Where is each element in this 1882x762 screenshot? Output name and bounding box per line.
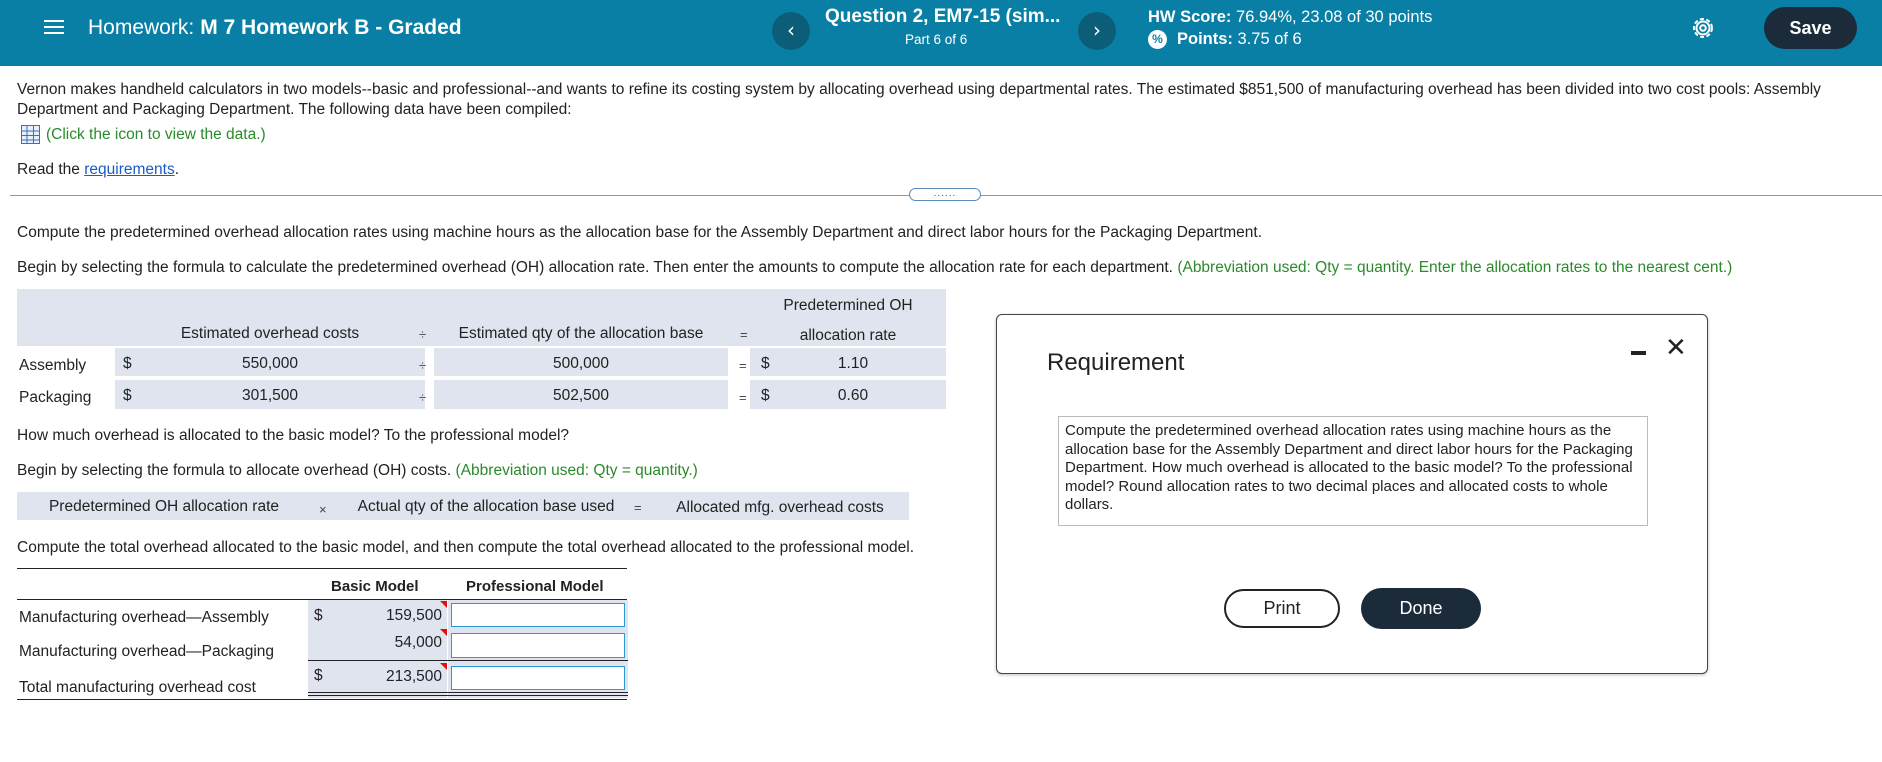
top-bar: Homework: M 7 Homework B - Graded ‹ Quest…	[0, 0, 1882, 66]
row-total-dollar: $	[314, 667, 323, 684]
data-table-icon	[21, 125, 40, 144]
incorrect-marker	[440, 601, 447, 608]
row-packaging-basic[interactable]: 54,000	[330, 634, 442, 652]
points-value: 3.75 of 6	[1237, 30, 1302, 48]
hw-score-label: HW Score:	[1148, 8, 1232, 26]
dialog-title: Requirement	[1047, 349, 1185, 376]
homework-title: Homework: M 7 Homework B - Graded	[88, 16, 462, 40]
table-top-rule	[17, 568, 627, 569]
homework-prefix: Homework:	[88, 16, 195, 39]
row-total-professional-input[interactable]	[451, 666, 625, 690]
requirement-dialog: Requirement ✕ Compute the predetermined …	[996, 314, 1708, 674]
assembly-label: Assembly	[19, 357, 87, 374]
packaging-divide: ÷	[419, 390, 427, 405]
read-suffix: .	[174, 161, 180, 178]
hw-score: HW Score: 76.94%, 23.08 of 30 points	[1148, 8, 1432, 27]
view-data-link[interactable]: (Click the icon to view the data.)	[21, 125, 266, 144]
incorrect-marker	[440, 629, 447, 636]
settings-gear-icon[interactable]	[1689, 14, 1717, 42]
formula-term-rate[interactable]: Predetermined OH allocation rate	[17, 498, 311, 516]
packaging-rate: 0.60	[837, 387, 869, 404]
total-double-rule-1	[308, 692, 628, 693]
instruction-formula-text: Begin by selecting the formula to calcul…	[17, 259, 1173, 276]
question-part: Part 6 of 6	[905, 32, 968, 47]
hw-score-value: 76.94%, 23.08 of 30 points	[1236, 8, 1433, 26]
menu-icon[interactable]	[44, 16, 64, 38]
done-button[interactable]: Done	[1361, 588, 1481, 629]
problem-intro: Vernon makes handheld calculators in two…	[17, 81, 1821, 118]
qty-header: Estimated qty of the allocation base	[458, 325, 704, 342]
row-assembly-dollar: $	[314, 607, 323, 624]
instruction-formula: Begin by selecting the formula to calcul…	[17, 259, 1732, 277]
save-button[interactable]: Save	[1764, 7, 1857, 49]
read-requirements: Read the requirements.	[17, 161, 179, 179]
allocation-question: How much overhead is allocated to the ba…	[17, 427, 570, 444]
allocation-instruction-text: Begin by selecting the formula to alloca…	[17, 462, 452, 479]
row-total-basic[interactable]: 213,500	[330, 668, 442, 686]
packaging-label: Packaging	[19, 389, 92, 406]
print-button[interactable]: Print	[1224, 589, 1340, 628]
instruction-rates: Compute the predetermined overhead alloc…	[17, 224, 1263, 241]
points: % Points: 3.75 of 6	[1148, 30, 1302, 49]
row-assembly-basic[interactable]: 159,500	[330, 607, 442, 625]
packaging-cost: 301,500	[241, 387, 299, 404]
table-bottom-rule	[17, 699, 627, 700]
subtotal-rule	[308, 660, 628, 661]
next-question-button[interactable]: ›	[1078, 12, 1116, 50]
row-assembly-professional-input[interactable]	[451, 603, 625, 627]
read-prefix: Read the	[17, 161, 80, 178]
minimize-icon[interactable]	[1631, 343, 1647, 359]
formula-term-qty[interactable]: Actual qty of the allocation base used	[336, 498, 636, 516]
previous-question-button[interactable]: ‹	[772, 12, 810, 50]
view-data-text: (Click the icon to view the data.)	[46, 125, 266, 143]
equals-operator: =	[740, 327, 748, 342]
row-packaging-label: Manufacturing overhead—Packaging	[19, 643, 275, 660]
instruction-formula-note: (Abbreviation used: Qty = quantity. Ente…	[1177, 259, 1733, 276]
professional-model-header: Professional Model	[466, 578, 604, 595]
partial-credit-icon: %	[1148, 30, 1167, 49]
assembly-rate: 1.10	[837, 355, 869, 372]
assembly-divide: ÷	[419, 358, 427, 373]
question-title: Question 2, EM7-15 (sim...	[825, 6, 1061, 27]
divider-handle[interactable]: ......	[909, 188, 981, 201]
packaging-equals: =	[739, 390, 747, 405]
row-packaging-professional-input[interactable]	[451, 633, 625, 658]
row-assembly-label: Manufacturing overhead—Assembly	[19, 609, 269, 626]
assembly-equals: =	[739, 358, 747, 373]
points-label: Points:	[1177, 30, 1233, 48]
divide-operator: ÷	[419, 327, 427, 342]
close-icon[interactable]: ✕	[1665, 333, 1687, 363]
allocation-instruction: Begin by selecting the formula to alloca…	[17, 462, 698, 480]
formula-equals: =	[634, 500, 642, 515]
packaging-qty: 502,500	[552, 387, 610, 404]
cost-header: Estimated overhead costs	[180, 325, 360, 342]
allocation-instruction-note: (Abbreviation used: Qty = quantity.)	[455, 462, 698, 479]
assembly-qty: 500,000	[552, 355, 610, 372]
formula-result[interactable]: Allocated mfg. overhead costs	[658, 499, 902, 517]
basic-model-header: Basic Model	[331, 578, 419, 595]
incorrect-marker	[440, 663, 447, 670]
homework-name: M 7 Homework B - Graded	[200, 16, 462, 39]
row-total-label: Total manufacturing overhead cost	[19, 679, 256, 696]
requirements-link[interactable]: requirements	[84, 161, 174, 178]
requirement-text: Compute the predetermined overhead alloc…	[1058, 416, 1648, 526]
rate-header-line2: allocation rate	[799, 327, 897, 344]
rate-header-line1: Predetermined OH	[783, 297, 913, 314]
formula-times: ×	[319, 502, 327, 517]
assembly-cost: 550,000	[241, 355, 299, 372]
total-double-rule-2	[308, 695, 628, 696]
total-overhead-instruction: Compute the total overhead allocated to …	[17, 539, 914, 556]
